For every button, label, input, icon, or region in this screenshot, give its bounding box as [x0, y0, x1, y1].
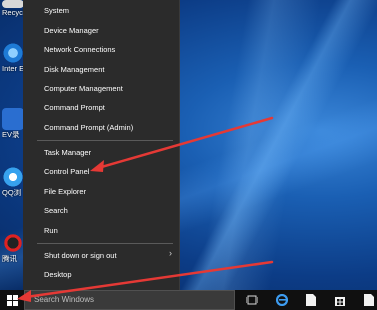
arrow-to-control-panel-head — [90, 160, 104, 172]
arrow-to-start-button-head — [17, 290, 31, 302]
arrow-to-control-panel — [96, 116, 274, 170]
annotation-arrows — [17, 116, 274, 302]
arrow-to-start-button — [24, 260, 274, 299]
